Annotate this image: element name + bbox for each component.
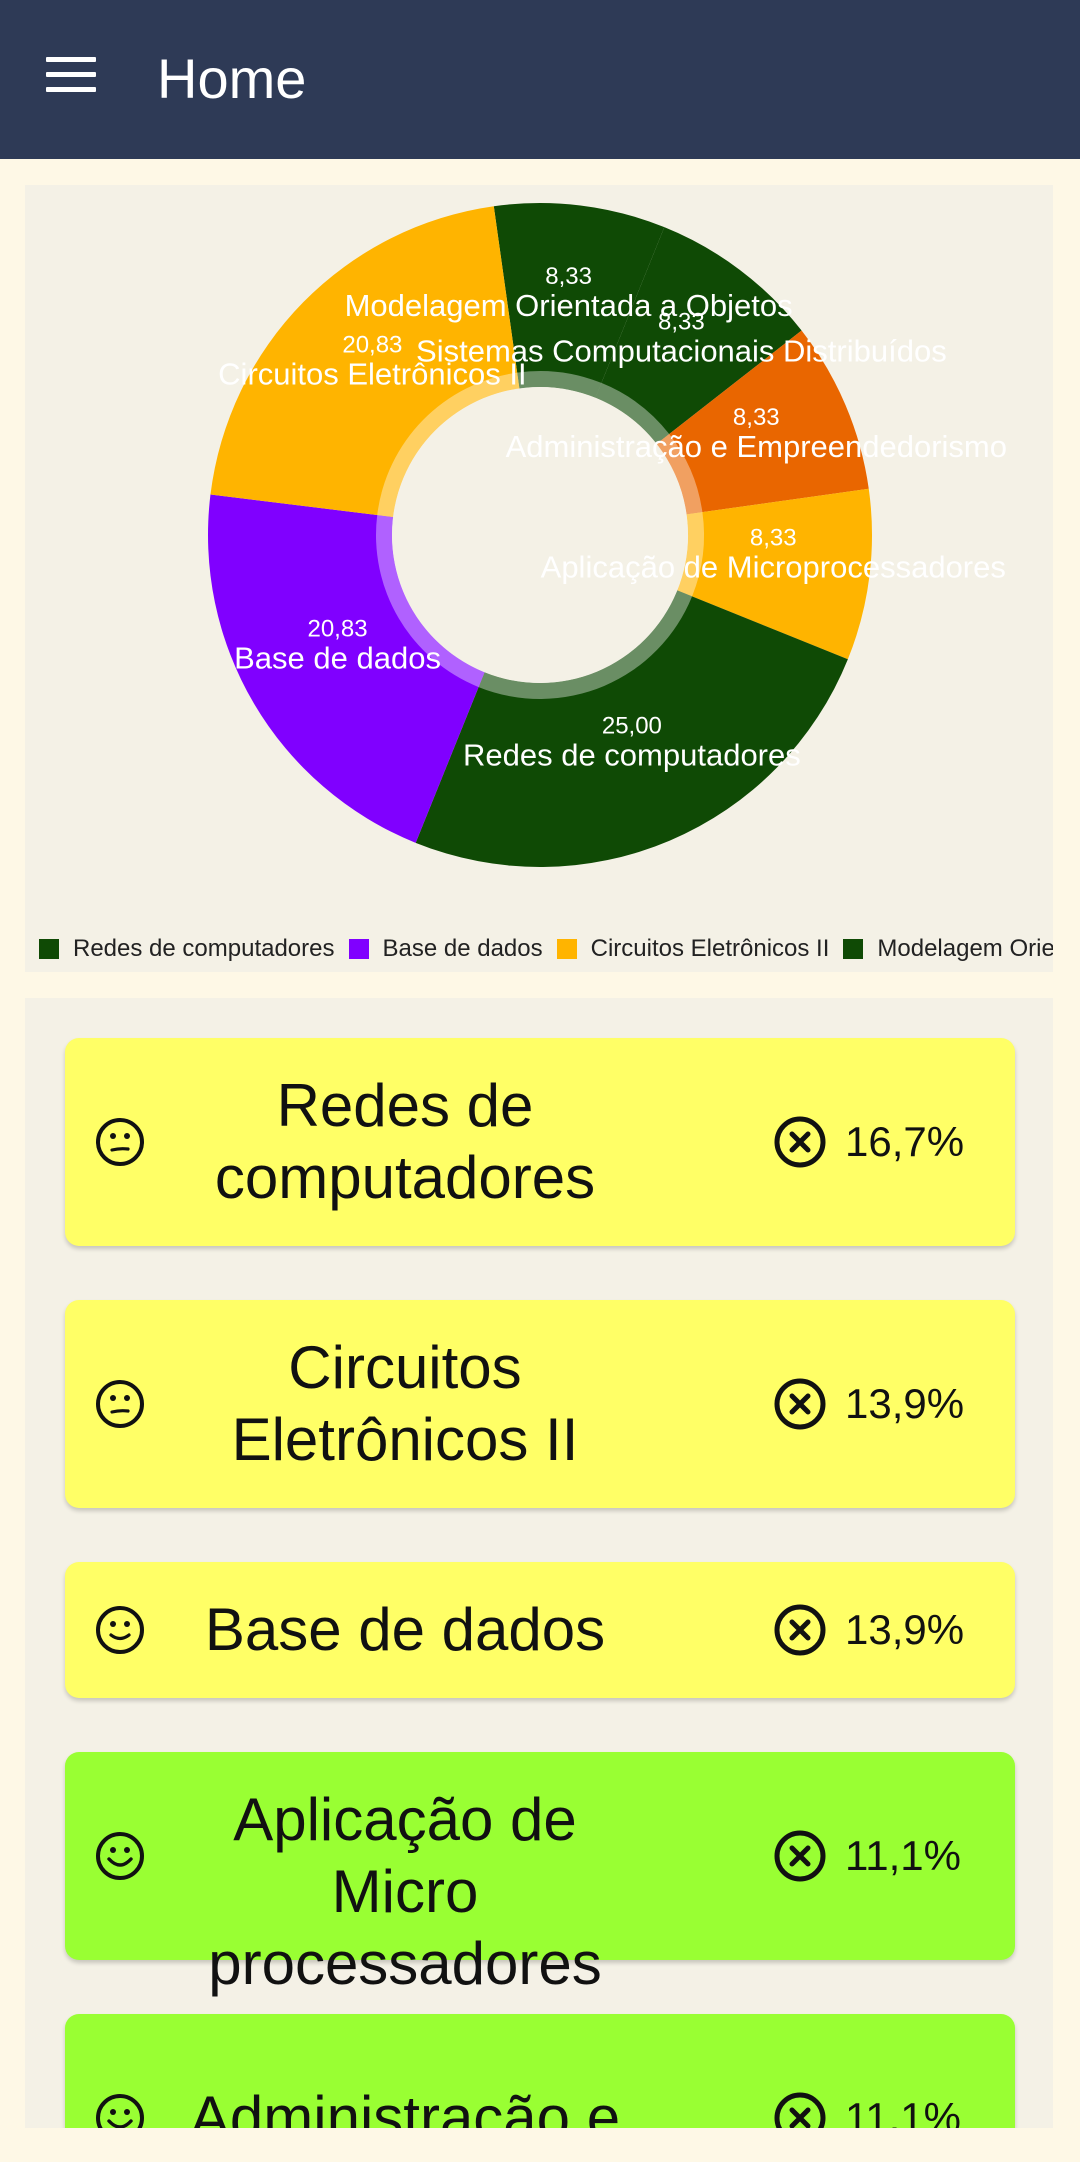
- slice-value-label: 25,00: [602, 712, 662, 739]
- subject-card[interactable]: Administração e 11,1%: [65, 2014, 1015, 2128]
- smile-face-icon: [95, 1605, 145, 1655]
- subject-percent: 16,7%: [845, 1118, 965, 1165]
- subject-name: Aplicação de Micro processadores: [175, 1784, 635, 2000]
- legend-item: Base de dados: [348, 935, 543, 963]
- subject-name-line: Administração e: [189, 2084, 621, 2128]
- slice-value-label: 8,33: [545, 263, 592, 290]
- remove-circle-icon[interactable]: [773, 1115, 827, 1169]
- subject-name: Administração e: [175, 2082, 635, 2128]
- legend-label: Base de dados: [382, 935, 543, 962]
- subject-name-line: Circuitos: [288, 1334, 522, 1401]
- subject-name: Base de dados: [175, 1594, 635, 1666]
- hamburger-menu-icon[interactable]: [46, 55, 100, 95]
- remove-circle-icon[interactable]: [773, 1603, 827, 1657]
- subject-name-line: computadores: [214, 1144, 596, 1211]
- bottom-edge: [0, 2128, 1080, 2162]
- app-bar: Home: [0, 0, 1080, 159]
- slice-value-label: 20,83: [307, 615, 367, 642]
- subject-name: Circuitos Eletrônicos II: [175, 1332, 635, 1476]
- legend-item: Redes de computadores: [39, 935, 335, 963]
- legend-label: Circuitos Eletrônicos II: [590, 935, 830, 962]
- slice-value-label: 8,33: [658, 308, 705, 335]
- legend-item: Modelagem Orientada a Objetos: [843, 935, 1053, 963]
- slice-name-label: Redes de computadores: [463, 737, 801, 772]
- chart-legend: Redes de computadores Base de dados Circui…: [39, 933, 1053, 965]
- remove-circle-icon[interactable]: [773, 2091, 827, 2128]
- remove-circle-icon[interactable]: [773, 1377, 827, 1431]
- donut-chart[interactable]: 8,33Modelagem Orientada a Objetos8,33Sis…: [25, 185, 1053, 925]
- subject-list: Redes de computadores 16,7% Circuitos Eletrô…: [25, 998, 1053, 2128]
- slice-value-label: 8,33: [733, 404, 780, 431]
- legend-swatch: [843, 939, 864, 959]
- donut-chart-card: 8,33 Modelagem Orientada a Objetos 8,33 Sis…: [25, 185, 1053, 972]
- slice-name-label: Administração e Empreendedorismo: [506, 429, 1007, 464]
- subject-card[interactable]: Aplicação de Micro processadores 11,1%: [65, 1752, 1015, 1997]
- remove-circle-icon[interactable]: [773, 1829, 827, 1883]
- subject-name-line: Eletrônicos II: [231, 1406, 579, 1473]
- subject-card[interactable]: Redes de computadores 16,7%: [65, 1038, 1015, 1246]
- happy-face-icon: [95, 2093, 145, 2128]
- subject-name-line: processadores: [208, 1930, 602, 1997]
- slice-value-label: 8,33: [750, 525, 797, 552]
- slice-name-label: Circuitos Eletrônicos II: [218, 356, 526, 391]
- subject-name-line: Base de dados: [204, 1596, 606, 1663]
- legend-label: Modelagem Orientada a Objetos: [877, 935, 1053, 962]
- slice-name-label: Modelagem Orientada a Objetos: [345, 288, 793, 323]
- subject-name: Redes de computadores: [175, 1070, 635, 1214]
- happy-face-icon: [95, 1831, 145, 1881]
- legend-item: Circuitos Eletrônicos II: [556, 935, 830, 963]
- slice-name-label: Base de dados: [234, 640, 441, 675]
- legend-swatch: [348, 939, 369, 959]
- subject-card[interactable]: Circuitos Eletrônicos II 13,9%: [65, 1300, 1015, 1508]
- subject-card[interactable]: Base de dados 13,9%: [65, 1562, 1015, 1698]
- slice-value-label: 20,83: [342, 331, 402, 358]
- subject-percent: 11,1%: [845, 2094, 961, 2128]
- subject-percent: 13,9%: [845, 1380, 965, 1427]
- page-title: Home: [157, 47, 307, 110]
- slice-name-label: Aplicação de Microprocessadores: [541, 550, 1006, 585]
- subject-percent: 13,9%: [845, 1606, 965, 1653]
- subject-name-line: Aplicação de Micro: [233, 1786, 577, 1925]
- neutral-face-icon: [95, 1117, 145, 1167]
- subject-name-line: Redes de: [276, 1072, 534, 1139]
- legend-swatch: [39, 939, 59, 959]
- subject-percent: 11,1%: [845, 1832, 961, 1879]
- legend-label: Redes de computadores: [73, 935, 335, 962]
- legend-swatch: [556, 939, 577, 959]
- neutral-face-icon: [95, 1379, 145, 1429]
